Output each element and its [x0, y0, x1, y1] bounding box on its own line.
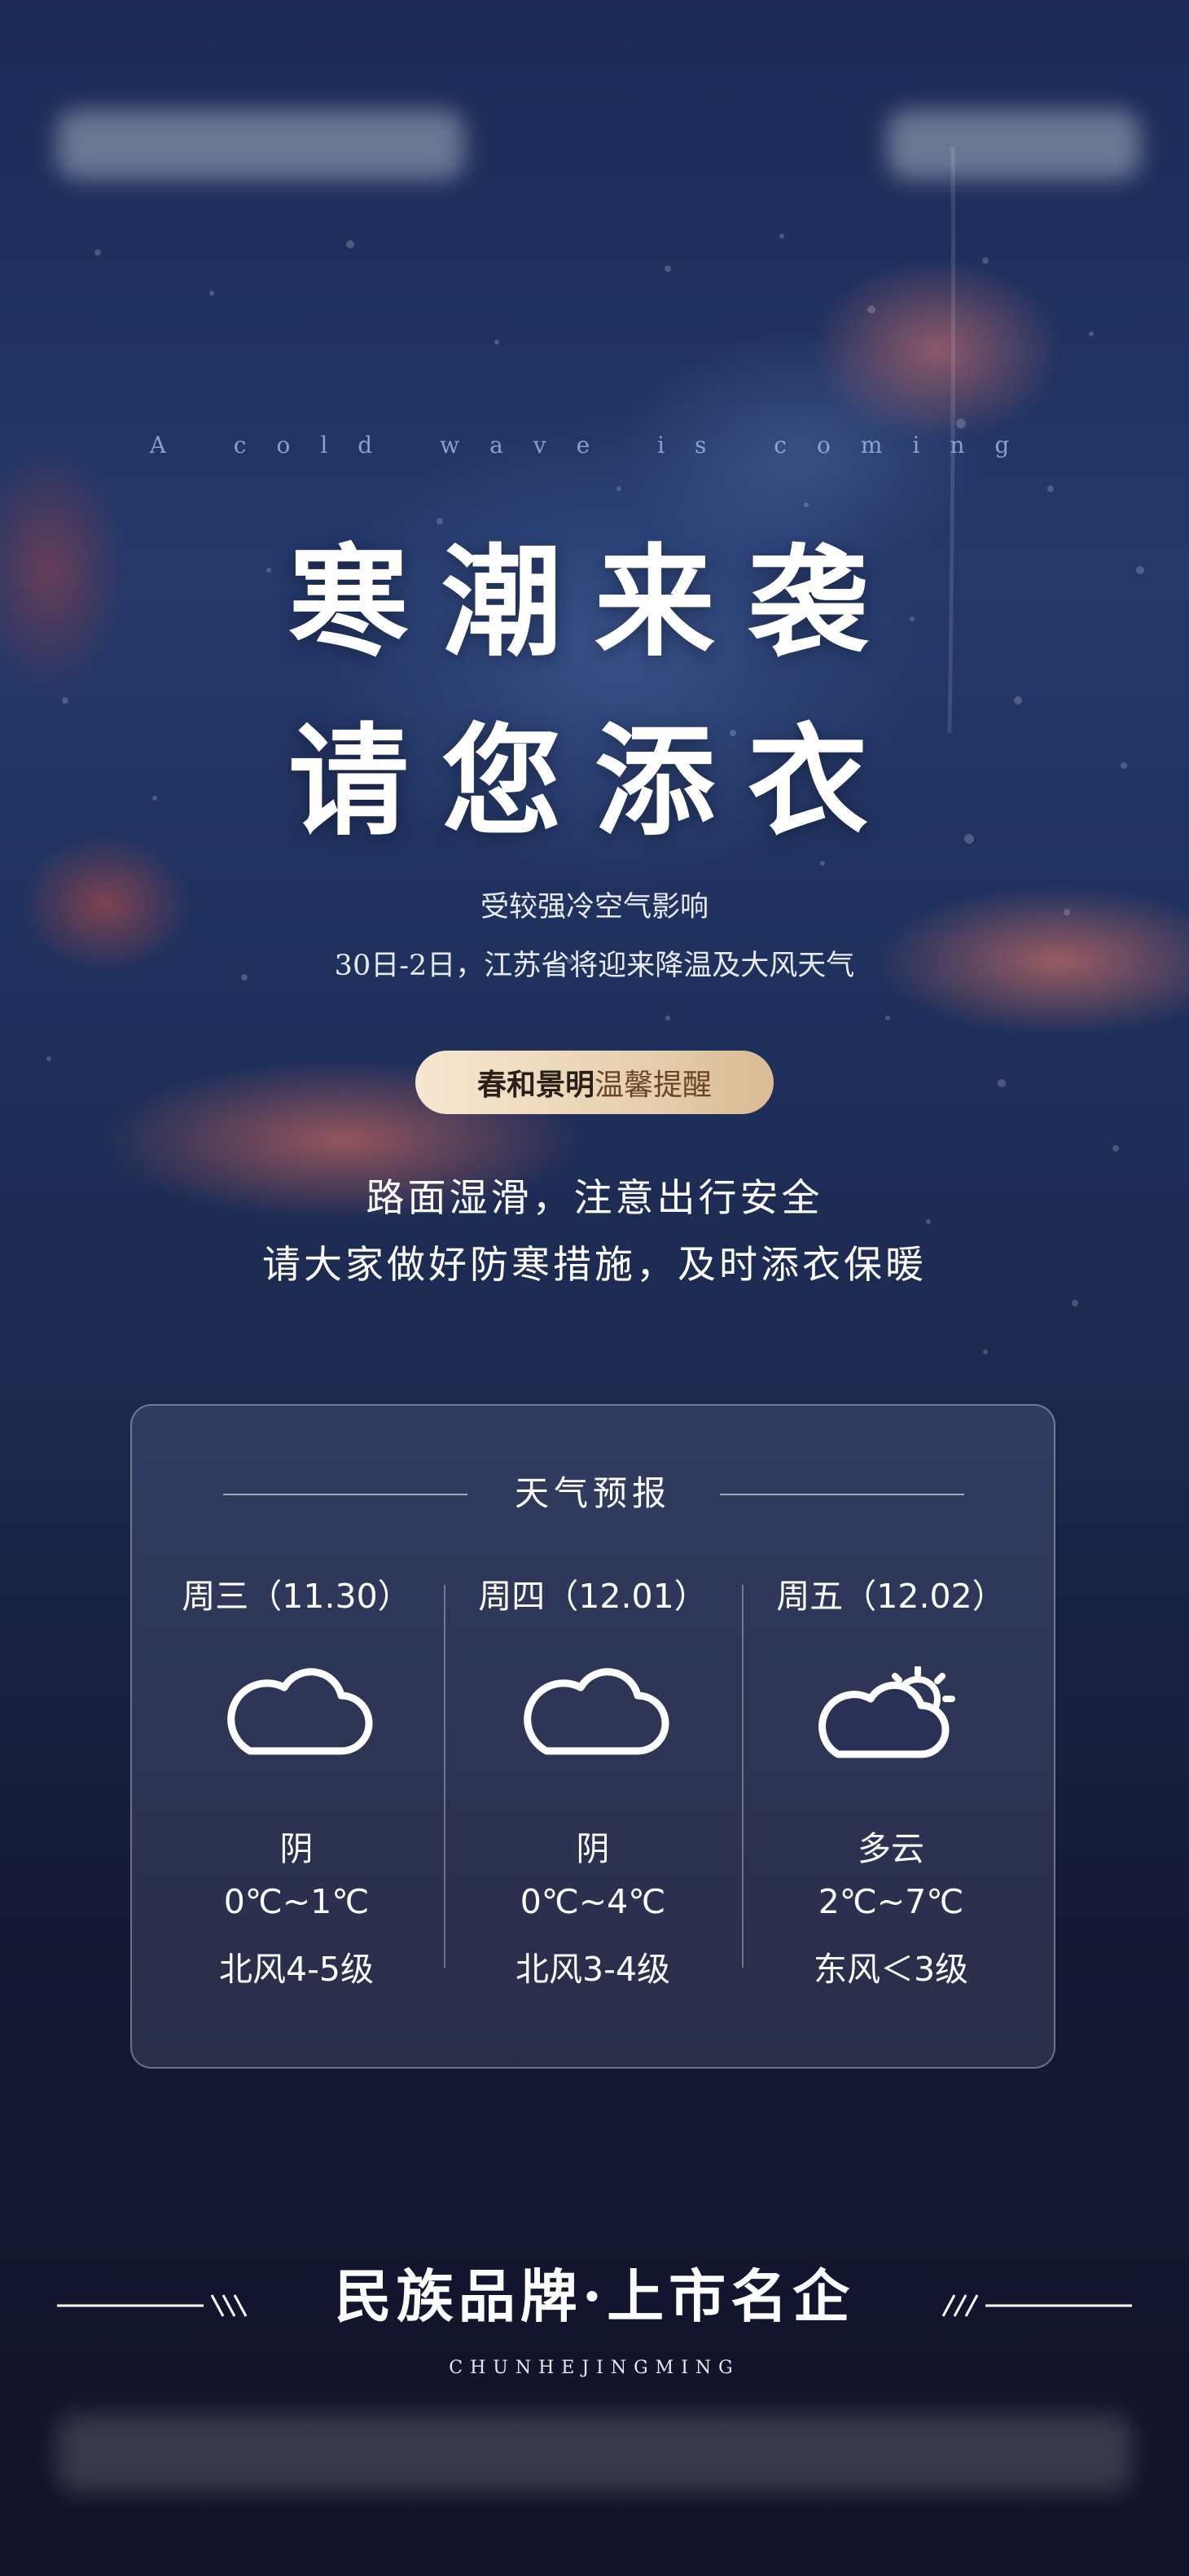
reminder-badge: 春和景明 温馨提醒 — [415, 1051, 774, 1114]
partly-cloudy-icon — [818, 1666, 955, 1758]
forecast-wind: 北风4-5级 — [219, 1950, 374, 1989]
safety-message-line2: 请大家做好防寒措施，及时添衣保暖 — [262, 1243, 927, 1288]
forecast-wind: 北风3-4级 — [516, 1950, 670, 1989]
forecast-condition: 阴 — [576, 1829, 610, 1868]
safety-message-line1: 路面湿滑，注意出行安全 — [366, 1176, 823, 1221]
forecast-condition: 多云 — [858, 1829, 924, 1868]
subtitle-line1: 受较强冷空气影响 — [480, 891, 709, 924]
page-title-line2: 请您添衣 — [288, 710, 901, 852]
forecast-card: 天气预报 周三（11.30） 阴 0℃~1℃ 北风4-5级 周四（12.01） … — [130, 1404, 1055, 2069]
reminder-text: 温馨提醒 — [594, 1069, 713, 1102]
subtitle-line2: 30日-2日，江苏省将迎来降温及大风天气 — [334, 950, 855, 982]
forecast-day-label: 周五（12.02） — [776, 1577, 1006, 1616]
forecast-temperature: 0℃~4℃ — [520, 1882, 666, 1921]
page-title-line1: 寒潮来袭 — [288, 531, 901, 673]
forecast-header: 天气预报 — [132, 1469, 1054, 1518]
forecast-temperature: 2℃~7℃ — [818, 1882, 964, 1921]
forecast-temperature: 0℃~1℃ — [223, 1882, 370, 1921]
forecast-day-1: 周三（11.30） 阴 0℃~1℃ 北风4-5级 — [149, 1569, 444, 1992]
tagline-english: A cold wave is coming — [149, 432, 1040, 459]
forecast-day-label: 周三（11.30） — [182, 1577, 411, 1616]
footer-deco-right — [941, 2294, 1132, 2317]
forecast-day-label: 周四（12.01） — [478, 1577, 708, 1616]
forecast-day-2: 周四（12.01） 阴 0℃~4℃ 北风3-4级 — [445, 1569, 740, 1992]
forecast-day-3: 周五（12.02） 多云 2℃~7℃ 东风＜3级 — [744, 1569, 1038, 1992]
reminder-brand: 春和景明 — [476, 1069, 594, 1102]
forecast-condition: 阴 — [279, 1829, 314, 1868]
footer-subtitle: CHUNHEJINGMING — [449, 2358, 740, 2378]
forecast-wind: 东风＜3级 — [813, 1950, 969, 1989]
cloud-icon — [227, 1668, 373, 1755]
forecast-title: 天气预报 — [514, 1473, 671, 1513]
cloud-icon — [524, 1668, 669, 1755]
